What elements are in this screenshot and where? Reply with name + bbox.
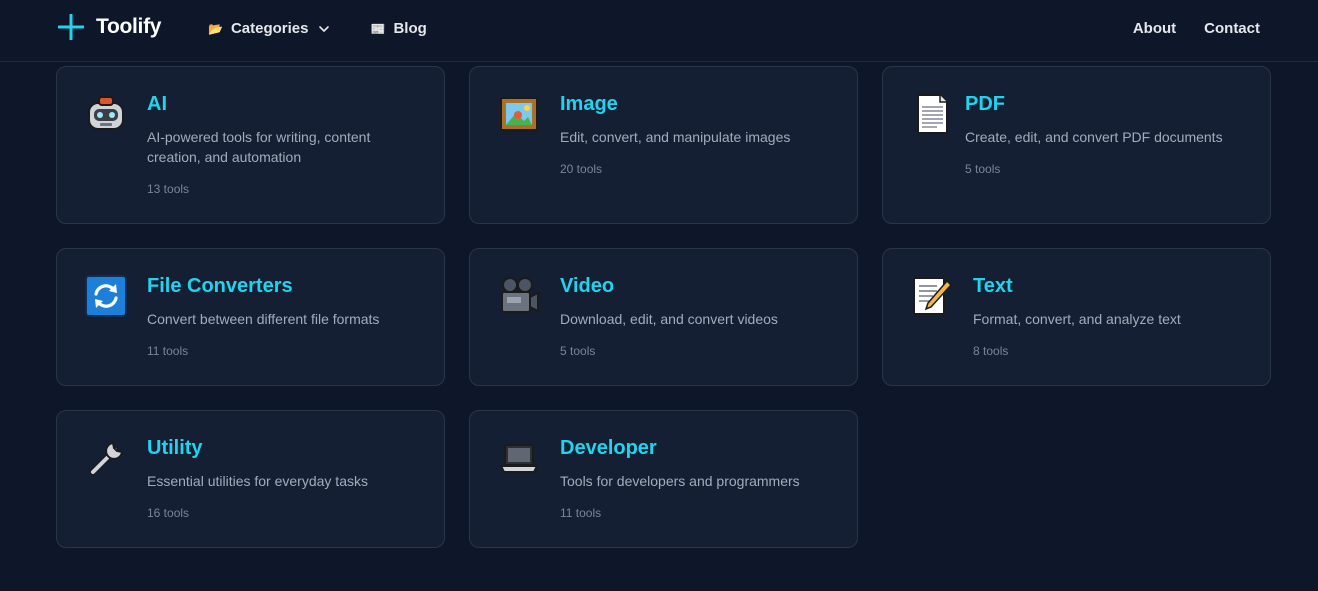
robot-icon [88, 96, 124, 130]
category-card-ai[interactable]: AI AI-powered tools for writing, content… [56, 66, 445, 224]
document-icon [917, 94, 948, 134]
category-card-pdf[interactable]: PDF Create, edit, and convert PDF docume… [882, 66, 1271, 224]
nav-about-link[interactable]: About [1133, 20, 1176, 37]
framed-picture-icon [500, 97, 538, 131]
movie-camera-icon [501, 277, 539, 313]
chevron-down-icon [319, 25, 330, 32]
nav-categories-dropdown[interactable]: 📂 Categories [208, 20, 330, 37]
category-tool-count: 5 tools [560, 344, 596, 358]
category-card-file-converters[interactable]: File Converters Convert between differen… [56, 248, 445, 386]
category-title: Developer [560, 437, 657, 459]
category-card-video[interactable]: Video Download, edit, and convert videos… [469, 248, 858, 386]
category-tool-count: 11 tools [147, 344, 189, 358]
nav-categories-label: Categories [230, 20, 309, 37]
category-description: Essential utilities for everyday tasks [147, 473, 368, 489]
category-card-utility[interactable]: Utility Essential utilities for everyday… [56, 410, 445, 548]
category-description: Format, convert, and analyze text [973, 311, 1181, 327]
category-title: Image [560, 93, 618, 115]
category-card-developer[interactable]: Developer Tools for developers and progr… [469, 410, 858, 548]
nav-contact-link[interactable]: Contact [1204, 20, 1260, 37]
memo-icon [913, 277, 953, 315]
category-tool-count: 16 tools [147, 506, 190, 520]
category-tool-count: 8 tools [973, 344, 1009, 358]
nav-blog-link[interactable]: 📰 Blog [370, 20, 426, 37]
category-tool-count: 11 tools [560, 506, 602, 520]
plus-logo-icon [58, 14, 84, 40]
category-tool-count: 13 tools [147, 182, 190, 196]
brand-logo-link[interactable]: Toolify [58, 14, 161, 40]
category-title: AI [147, 93, 167, 115]
category-title: Utility [147, 437, 203, 459]
category-title: PDF [965, 93, 1005, 115]
refresh-icon [85, 275, 127, 317]
newspaper-icon: 📰 [370, 21, 386, 36]
category-description: Tools for developers and programmers [560, 473, 800, 489]
nav-blog-label: Blog [393, 20, 427, 37]
category-description: Download, edit, and convert videos [560, 311, 778, 327]
category-title: Video [560, 275, 615, 297]
category-description: AI-powered tools for writing, content cr… [147, 129, 371, 165]
brand-name: Toolify [96, 15, 162, 38]
wrench-icon [89, 441, 124, 476]
category-card-image[interactable]: Image Edit, convert, and manipulate imag… [469, 66, 858, 224]
category-tool-count: 5 tools [965, 162, 1001, 176]
folder-icon: 📂 [208, 21, 223, 36]
category-description: Edit, convert, and manipulate images [560, 129, 791, 145]
category-card-text[interactable]: Text Format, convert, and analyze text 8… [882, 248, 1271, 386]
category-tool-count: 20 tools [560, 162, 603, 176]
category-title: File Converters [147, 275, 293, 297]
laptop-icon [499, 444, 539, 473]
category-description: Create, edit, and convert PDF documents [965, 129, 1223, 145]
category-title: Text [973, 275, 1013, 297]
category-description: Convert between different file formats [147, 311, 380, 327]
top-navbar: Toolify 📂 Categories 📰 Blog About Contac… [0, 0, 1318, 62]
